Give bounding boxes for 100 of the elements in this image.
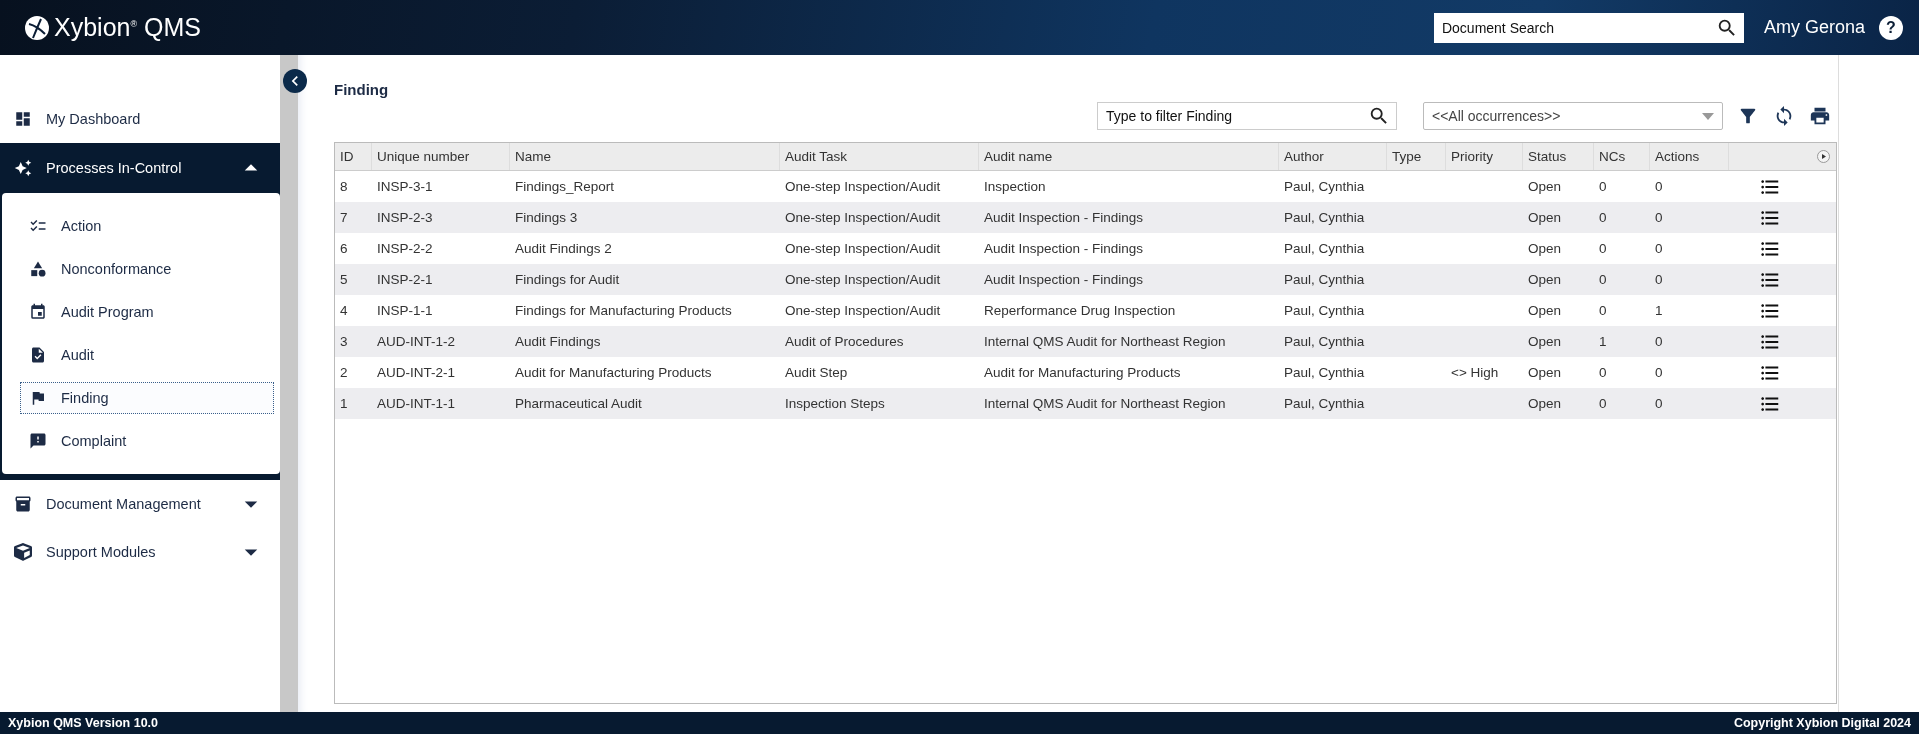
table-cell: 0 (1655, 334, 1663, 349)
occurrences-dropdown[interactable]: <<All occurrences>> (1423, 102, 1723, 130)
table-cell: Inspection (984, 179, 1046, 194)
help-button[interactable]: ? (1879, 15, 1903, 40)
column-header[interactable]: Audit name (979, 143, 1279, 170)
nav-icon (29, 346, 47, 364)
table-cell: <> High (1451, 365, 1499, 380)
column-header[interactable]: ID (335, 143, 372, 170)
nav-item[interactable]: Document Management (0, 480, 280, 528)
app-logo-text: Xybion$^{®}$ QMS (54, 13, 201, 42)
table-cell: Open (1528, 272, 1562, 287)
document-search-field[interactable]: Document Search (1433, 12, 1744, 43)
table-cell: Paul, Cynthia (1284, 303, 1365, 318)
user-name[interactable]: Amy Gerona (1763, 17, 1865, 38)
collapse-sidebar-button[interactable] (283, 69, 307, 93)
print-icon[interactable] (1809, 105, 1831, 127)
nav-label: Action (61, 218, 102, 234)
table-cell: 0 (1599, 365, 1607, 380)
filter-field[interactable]: Type to filter Finding (1097, 102, 1397, 130)
table-cell: Open (1528, 396, 1562, 411)
nav-icon (14, 159, 32, 177)
table-cell: Open (1528, 179, 1562, 194)
table-cell: Findings for Manufacturing Products (515, 303, 732, 318)
table-cell: 0 (1655, 272, 1663, 287)
table-cell: Open (1528, 303, 1562, 318)
table-cell: Audit Findings 2 (515, 241, 612, 256)
copyright-text: Copyright Xybion Digital 2024 (1733, 716, 1911, 730)
table-cell: 0 (1599, 210, 1607, 225)
table-cell: 0 (1599, 272, 1607, 287)
table-cell: 3 (340, 334, 348, 349)
version-text: Xybion QMS Version 10.0 (8, 716, 159, 730)
table-cell: One-step Inspection/Audit (785, 179, 941, 194)
nav-icon (14, 495, 32, 513)
column-menu-icon[interactable] (1817, 150, 1830, 163)
table-cell: 5 (340, 272, 348, 287)
table-cell: Findings 3 (515, 210, 578, 225)
nav-item[interactable]: Support Modules (0, 528, 280, 576)
table-cell: Inspection Steps (785, 396, 885, 411)
table-cell: Audit of Procedures (785, 334, 904, 349)
nav-item[interactable]: Processes In-Control (0, 143, 280, 193)
table-cell: 0 (1599, 396, 1607, 411)
caret-icon (1702, 112, 1714, 120)
table-cell: Open (1528, 210, 1562, 225)
table-cell: Audit Inspection - Findings (984, 272, 1144, 287)
table-cell: Audit for Manufacturing Products (984, 365, 1181, 380)
table-cell: Open (1528, 241, 1562, 256)
table-cell: Audit Findings (515, 334, 601, 349)
table-cell: 0 (1655, 210, 1663, 225)
table-cell: INSP-2-1 (377, 272, 433, 287)
nav-label: Complaint (61, 433, 127, 449)
search-icon[interactable] (1368, 105, 1390, 127)
nav-icon (29, 260, 47, 278)
nav-label: Nonconformance (61, 261, 172, 277)
table-cell: 0 (1599, 179, 1607, 194)
table-cell: 1 (340, 396, 348, 411)
table-cell: Internal QMS Audit for Northeast Region (984, 334, 1226, 349)
column-header[interactable]: Unique number (372, 143, 510, 170)
nav-subitem[interactable]: Finding (20, 382, 274, 414)
table-cell: 6 (340, 241, 348, 256)
table-cell: 0 (1655, 241, 1663, 256)
nav-label: Document Management (46, 496, 202, 512)
table-cell: Paul, Cynthia (1284, 179, 1365, 194)
column-header[interactable]: Type (1387, 143, 1446, 170)
column-header[interactable]: Author (1279, 143, 1387, 170)
table-cell: INSP-2-3 (377, 210, 433, 225)
column-header[interactable]: Name (510, 143, 780, 170)
table-cell: AUD-INT-1-2 (377, 334, 455, 349)
table-cell: 1 (1599, 334, 1607, 349)
table-cell: 0 (1655, 365, 1663, 380)
nav-icon (14, 543, 32, 561)
nav-label: Support Modules (46, 544, 157, 560)
table-cell: 1 (1655, 303, 1663, 318)
logo-icon (24, 14, 50, 41)
table-cell: 0 (1599, 241, 1607, 256)
table-cell: Reperformance Drug Inspection (984, 303, 1176, 318)
table-cell: One-step Inspection/Audit (785, 303, 941, 318)
table-cell: INSP-1-1 (377, 303, 433, 318)
column-header[interactable]: Actions (1650, 143, 1729, 170)
table-cell: Paul, Cynthia (1284, 241, 1365, 256)
column-header[interactable]: Status (1523, 143, 1594, 170)
table-cell: Audit Inspection - Findings (984, 210, 1144, 225)
column-header[interactable]: Priority (1446, 143, 1523, 170)
nav-label: My Dashboard (46, 111, 142, 127)
column-header[interactable]: NCs (1594, 143, 1650, 170)
nav-icon (29, 432, 47, 450)
table-cell: 8 (340, 179, 348, 194)
nav-label: Processes In-Control (46, 160, 183, 176)
table-cell: 0 (1599, 303, 1607, 318)
table-cell: INSP-2-2 (377, 241, 433, 256)
table-cell: Paul, Cynthia (1284, 365, 1365, 380)
nav-label: Audit Program (61, 304, 154, 320)
table-cell: Paul, Cynthia (1284, 210, 1365, 225)
table-cell: Internal QMS Audit for Northeast Region (984, 396, 1226, 411)
column-header[interactable]: Audit Task (780, 143, 979, 170)
table-cell: 0 (1655, 179, 1663, 194)
table-cell: Audit Step (785, 365, 848, 380)
table-cell: Paul, Cynthia (1284, 334, 1365, 349)
nav-item[interactable]: My Dashboard (0, 95, 280, 143)
nav-icon (29, 303, 47, 321)
table-cell: One-step Inspection/Audit (785, 272, 941, 287)
